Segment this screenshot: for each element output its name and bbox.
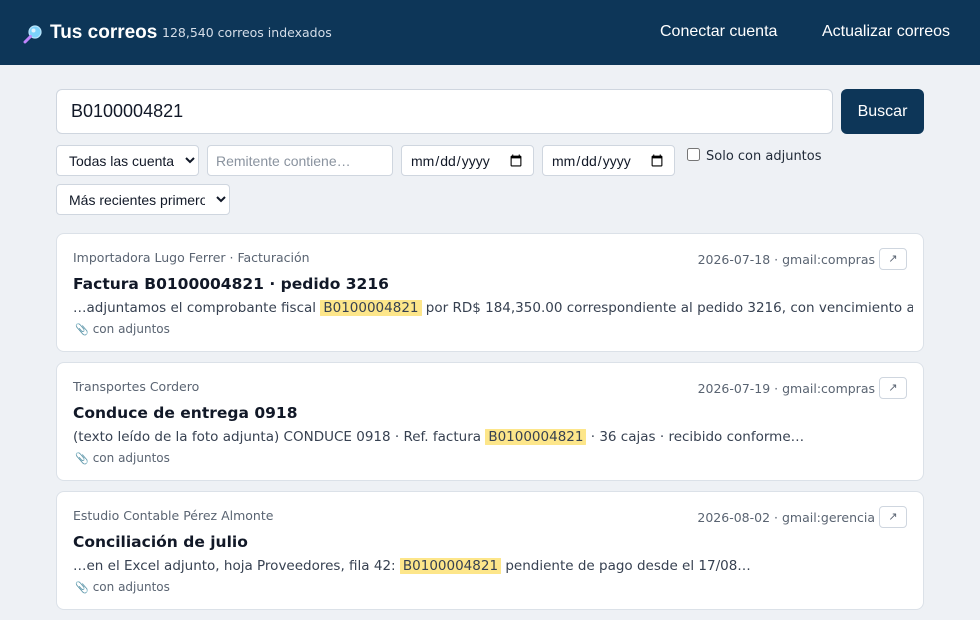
snippet-highlight: B0100004821	[485, 429, 587, 445]
attachments-indicator: 📎 con adjuntos	[75, 451, 170, 465]
open-email-button[interactable]: ↗	[879, 377, 907, 399]
snippet-text: por RD$ 184,350.00 correspondiente al pe…	[425, 300, 913, 316]
snippet-text: …adjuntamos el comprobante fiscal	[73, 300, 321, 316]
top-bar: Tus correos 128,540 correos indexados Co…	[0, 0, 980, 65]
attachments-label: con adjuntos	[92, 322, 170, 336]
result-subject[interactable]: Conciliación de julio	[73, 533, 248, 551]
sort-select[interactable]: Más recientes primero	[56, 184, 230, 215]
attachments-indicator: 📎 con adjuntos	[75, 322, 170, 336]
snippet-text: …en el Excel adjunto, hoja Proveedores, …	[73, 558, 400, 574]
paperclip-icon: 📎	[75, 581, 89, 594]
search-icon	[23, 25, 42, 44]
date-from-input[interactable]	[401, 145, 534, 176]
result-subject[interactable]: Factura B0100004821 · pedido 3216	[73, 275, 389, 293]
snippet-text: (texto leído de la foto adjunta) CONDUCE…	[73, 429, 486, 445]
connect-account-button[interactable]: Conectar cuenta	[660, 23, 777, 41]
result-card[interactable]: Transportes Cordero 2026-07-19 · gmail:c…	[56, 362, 924, 481]
result-subject[interactable]: Conduce de entrega 0918	[73, 404, 298, 422]
result-snippet: …en el Excel adjunto, hoja Proveedores, …	[73, 558, 913, 574]
result-snippet: …adjuntamos el comprobante fiscal B01000…	[73, 300, 913, 316]
attachments-indicator: 📎 con adjuntos	[75, 580, 170, 594]
attachments-label: con adjuntos	[92, 580, 170, 594]
snippet-text: · 36 cajas · recibido conforme…	[586, 429, 805, 445]
result-meta: 2026-07-19 · gmail:compras	[697, 381, 875, 396]
result-card[interactable]: Importadora Lugo Ferrer · Facturación 20…	[56, 233, 924, 352]
account-select[interactable]: Todas las cuentas	[56, 145, 199, 176]
result-sender: Estudio Contable Pérez Almonte	[73, 508, 274, 523]
result-sender: Importadora Lugo Ferrer · Facturación	[73, 250, 310, 265]
result-meta: 2026-08-02 · gmail:gerencia	[697, 510, 875, 525]
open-email-button[interactable]: ↗	[879, 506, 907, 528]
result-sender: Transportes Cordero	[73, 379, 200, 394]
snippet-text: pendiente de pago desde el 17/08…	[501, 558, 751, 574]
search-input[interactable]	[56, 89, 833, 134]
app-title: Tus correos	[50, 22, 158, 43]
snippet-highlight: B0100004821	[399, 558, 502, 574]
attachments-label: con adjuntos	[92, 451, 170, 465]
refresh-mail-button[interactable]: Actualizar correos	[822, 23, 950, 41]
result-card[interactable]: Estudio Contable Pérez Almonte 2026-08-0…	[56, 491, 924, 610]
result-meta: 2026-07-18 · gmail:compras	[697, 252, 875, 267]
paperclip-icon: 📎	[75, 323, 89, 336]
date-to-input[interactable]	[542, 145, 675, 176]
attachments-only-label[interactable]: Solo con adjuntos	[706, 149, 822, 164]
snippet-highlight: B0100004821	[320, 300, 422, 316]
paperclip-icon: 📎	[75, 452, 89, 465]
attachments-only-checkbox[interactable]	[687, 148, 700, 161]
open-email-button[interactable]: ↗	[879, 248, 907, 270]
indexed-count: 128,540 correos indexados	[162, 25, 332, 40]
result-snippet: (texto leído de la foto adjunta) CONDUCE…	[73, 429, 913, 445]
search-button[interactable]: Buscar	[841, 89, 924, 134]
sender-filter-input[interactable]	[207, 145, 393, 176]
